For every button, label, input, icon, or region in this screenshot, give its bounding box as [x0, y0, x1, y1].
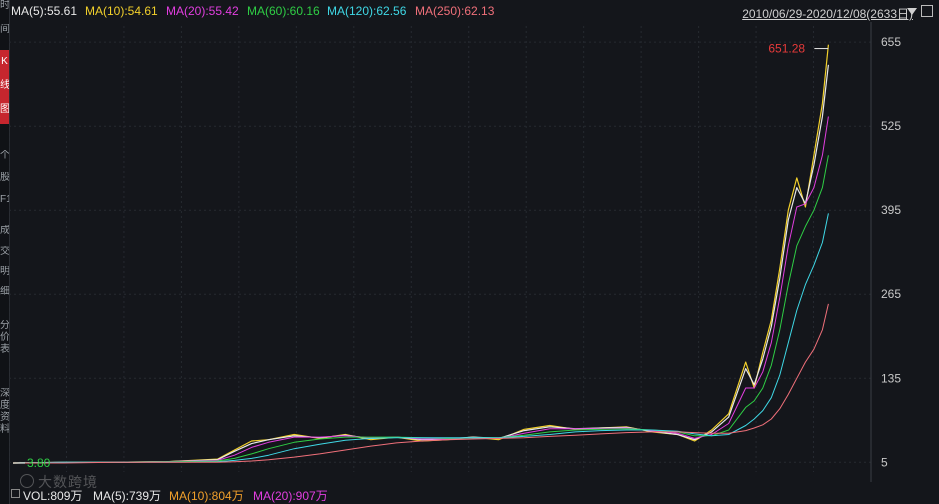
rail-tab-time[interactable]: 时	[0, 0, 9, 20]
rail-tab-trade-3[interactable]: 明	[0, 266, 9, 284]
series-line-4	[12, 213, 829, 464]
y-tick-label: 525	[881, 119, 901, 133]
rail-tab-deep-data[interactable]: 深度资料	[0, 388, 9, 452]
high-price-label: 651.28	[768, 42, 805, 56]
vol-ma10-legend: MA(10):804万	[169, 489, 244, 503]
watermark-logo-icon	[20, 474, 34, 488]
watermark-text: 大数跨境	[38, 474, 98, 490]
rail-tab-f10[interactable]: F10	[0, 194, 9, 214]
low-price-label: 3.80	[27, 456, 51, 470]
series-line-0	[12, 44, 829, 464]
y-tick-label: 135	[881, 371, 901, 385]
y-tick-label: 655	[881, 35, 901, 49]
rail-tab-trade-4[interactable]: 细	[0, 286, 9, 304]
ma20-legend: MA(20):55.42	[166, 4, 239, 18]
ma5-legend: MA(5):55.61	[11, 4, 78, 18]
ma120-legend: MA(120):62.56	[327, 4, 407, 18]
rail-tab-price-table[interactable]: 分价表	[0, 320, 9, 370]
price-chart[interactable]: 5 135 265 395 525 655 651.28 3.80	[9, 22, 939, 482]
volume-legend-bar: VOL:809万 MA(5):739万 MA(10):804万 MA(20):9…	[9, 484, 939, 504]
ma-legend-bar: MA(5):55.61 MA(10):54.61 MA(20):55.42 MA…	[9, 0, 939, 22]
maximize-icon[interactable]	[921, 5, 933, 17]
date-range-selector[interactable]: 2010/06/29-2020/12/08(2633日)	[742, 5, 913, 22]
series-line-2	[12, 116, 829, 464]
vol-ma5-legend: MA(5):739万	[93, 489, 162, 503]
chevron-down-icon[interactable]	[907, 8, 917, 15]
y-tick-label: 5	[881, 455, 888, 469]
series-line-1	[12, 64, 829, 464]
y-tick-label: 395	[881, 203, 901, 217]
ma10-legend: MA(10):54.61	[85, 4, 158, 18]
rail-tab-stock-2[interactable]: 股	[0, 172, 9, 192]
collapse-icon[interactable]	[11, 489, 20, 498]
y-tick-label: 265	[881, 287, 901, 301]
rail-tab-stock[interactable]: 个	[0, 150, 9, 170]
watermark: 大数跨境	[20, 472, 98, 492]
series-line-3	[12, 155, 829, 464]
ma250-legend: MA(250):62.13	[415, 4, 495, 18]
rail-tab-time-2[interactable]: 间	[0, 24, 9, 44]
rail-tab-kline[interactable]: K线图	[0, 50, 9, 124]
rail-tab-trade-1[interactable]: 成	[0, 225, 9, 243]
rail-tab-trade-2[interactable]: 交	[0, 246, 9, 264]
ma60-legend: MA(60):60.16	[247, 4, 320, 18]
vol-ma20-legend: MA(20):907万	[253, 489, 328, 503]
